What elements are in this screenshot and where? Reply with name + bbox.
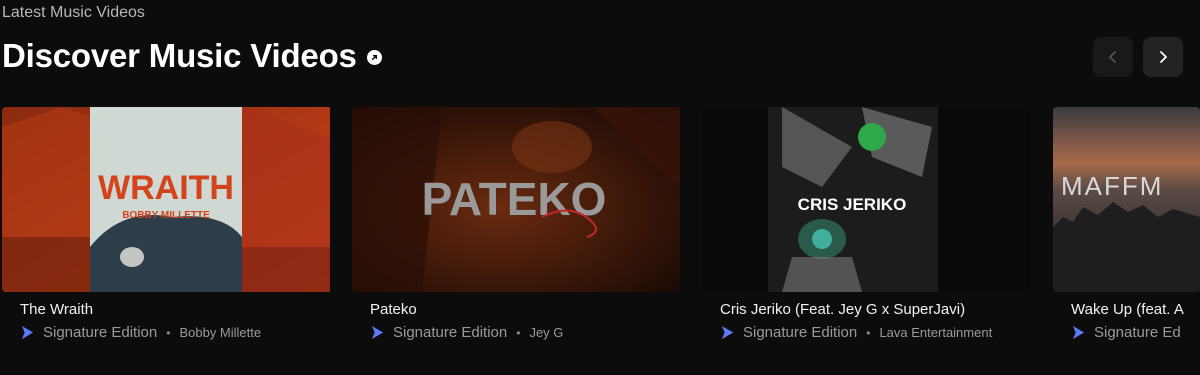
- separator-dot: •: [166, 325, 171, 340]
- artist-name[interactable]: Bobby Millette: [179, 325, 261, 340]
- video-title[interactable]: Pateko: [370, 301, 680, 318]
- video-meta: Signature Edition • Jey G: [370, 324, 680, 341]
- video-card[interactable]: MAFFM Wake Up (feat. A Signature Ed: [1053, 107, 1200, 341]
- arrow-circle-icon[interactable]: [366, 49, 382, 65]
- separator-dot: •: [866, 325, 871, 340]
- video-title[interactable]: The Wraith: [20, 301, 332, 318]
- video-thumbnail[interactable]: PATEKO: [352, 107, 680, 292]
- art-wraith-headline: WRAITH: [98, 169, 234, 207]
- signature-label: Signature Ed: [1094, 324, 1181, 341]
- video-thumbnail[interactable]: MAFFM: [1053, 107, 1200, 292]
- signature-edition-icon: [721, 325, 734, 340]
- signature-label: Signature Edition: [743, 324, 858, 341]
- artist-name[interactable]: Jey G: [529, 325, 563, 340]
- page-title[interactable]: Discover Music Videos: [2, 36, 357, 76]
- signature-edition-icon: [1072, 325, 1085, 340]
- art-wraith-sub: BOBBY MILLETTE: [122, 210, 210, 221]
- signature-edition-icon: [371, 325, 384, 340]
- video-title[interactable]: Cris Jeriko (Feat. Jey G x SuperJavi): [720, 301, 1030, 318]
- video-meta: Signature Edition • Lava Entertainment: [720, 324, 1030, 341]
- section-header: Discover Music Videos: [2, 36, 382, 76]
- signature-label: Signature Edition: [393, 324, 508, 341]
- video-meta: Signature Ed: [1071, 324, 1200, 341]
- video-title[interactable]: Wake Up (feat. A: [1071, 301, 1200, 318]
- video-thumbnail[interactable]: WRAITH BOBBY MILLETTE: [2, 107, 332, 292]
- separator-dot: •: [516, 325, 521, 340]
- carousel-prev-button[interactable]: [1093, 37, 1133, 77]
- video-card[interactable]: WRAITH BOBBY MILLETTE The Wraith Signatu…: [2, 107, 332, 341]
- art-wakeup-headline: MAFFM: [1061, 171, 1163, 201]
- artist-name[interactable]: Lava Entertainment: [879, 325, 992, 340]
- video-card[interactable]: CRIS JERIKO Cris Jeriko (Feat. Jey G x S…: [702, 107, 1030, 341]
- carousel-next-button[interactable]: [1143, 37, 1183, 77]
- video-meta: Signature Edition • Bobby Millette: [20, 324, 332, 341]
- chevron-left-icon: [1109, 51, 1116, 63]
- signature-edition-icon: [21, 325, 34, 340]
- chevron-right-icon: [1160, 51, 1167, 63]
- video-carousel: WRAITH BOBBY MILLETTE The Wraith Signatu…: [0, 107, 1200, 367]
- video-card[interactable]: PATEKO Pateko Signature Edition • Jey G: [352, 107, 680, 341]
- signature-label: Signature Edition: [43, 324, 158, 341]
- art-jeriko-headline: CRIS JERIKO: [798, 195, 907, 214]
- video-thumbnail[interactable]: CRIS JERIKO: [702, 107, 1030, 292]
- art-pateko-headline: PATEKO: [422, 173, 607, 225]
- section-label: Latest Music Videos: [2, 4, 145, 21]
